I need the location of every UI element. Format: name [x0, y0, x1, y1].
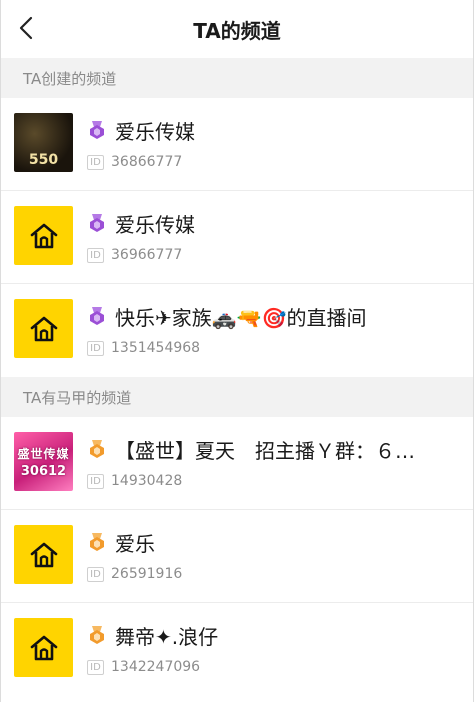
id-label: ID [87, 340, 104, 356]
avatar-number: 30612 [20, 463, 67, 479]
channel-id: 26591916 [111, 566, 183, 582]
avatar-text: 盛世传媒 [17, 446, 70, 461]
channel-item[interactable]: 盛世传媒 30612 【盛世】夏天 招主播Ｙ群：６… ID 14930428 [1, 417, 473, 510]
channel-name: 快乐✈家族🚓🔫🎯的直播间 [115, 305, 367, 330]
channel-item[interactable]: 550 爱乐传媒 ID 36866777 [1, 98, 473, 191]
channel-item[interactable]: 爱乐 ID 26591916 [1, 510, 473, 603]
orange-medal-icon [90, 533, 104, 551]
channel-avatar [14, 618, 73, 677]
back-button[interactable] [11, 13, 41, 43]
home-icon [30, 223, 57, 248]
channel-item[interactable]: 爱乐传媒 ID 36966777 [1, 191, 473, 284]
section-header-created: TA创建的频道 [1, 58, 473, 98]
channel-item[interactable]: 快乐✈家族🚓🔫🎯的直播间 ID 1351454968 [1, 284, 473, 377]
orange-medal-icon [90, 440, 104, 458]
chevron-left-icon [19, 16, 33, 40]
id-label: ID [87, 659, 104, 675]
id-label: ID [87, 154, 104, 170]
id-label: ID [87, 473, 104, 489]
channel-avatar: 盛世传媒 30612 [14, 432, 73, 491]
channel-name: 爱乐传媒 [115, 119, 195, 144]
purple-medal-icon [90, 214, 104, 232]
avatar-text: 550 [28, 152, 59, 168]
section-header-alt-accounts: TA有马甲的频道 [1, 377, 473, 417]
channel-id: 36866777 [111, 154, 183, 170]
purple-medal-icon [90, 121, 104, 139]
home-icon [30, 316, 57, 341]
channel-avatar [14, 206, 73, 265]
top-bar: TA的频道 [1, 0, 473, 58]
channel-avatar [14, 299, 73, 358]
channel-name: 舞帝✦.浪仔 [115, 624, 219, 649]
page-title: TA的频道 [193, 18, 281, 43]
channel-avatar: 550 [14, 113, 73, 172]
home-icon [30, 635, 57, 660]
channel-avatar [14, 525, 73, 584]
channel-id: 36966777 [111, 247, 183, 263]
home-icon [30, 542, 57, 567]
channel-id: 1342247096 [111, 659, 201, 675]
id-label: ID [87, 566, 104, 582]
channel-name: 【盛世】夏天 招主播Ｙ群：６… [115, 438, 415, 463]
purple-medal-icon [90, 307, 104, 325]
channel-name: 爱乐 [115, 531, 155, 556]
channel-id: 14930428 [111, 473, 183, 489]
id-label: ID [87, 247, 104, 263]
channel-id: 1351454968 [111, 340, 201, 356]
channel-name: 爱乐传媒 [115, 212, 195, 237]
orange-medal-icon [90, 626, 104, 644]
channel-item[interactable]: 舞帝✦.浪仔 ID 1342247096 [1, 603, 473, 696]
channel-page: TA的频道 TA创建的频道 550 爱乐传媒 ID 36866777 爱乐传媒 … [0, 0, 474, 702]
